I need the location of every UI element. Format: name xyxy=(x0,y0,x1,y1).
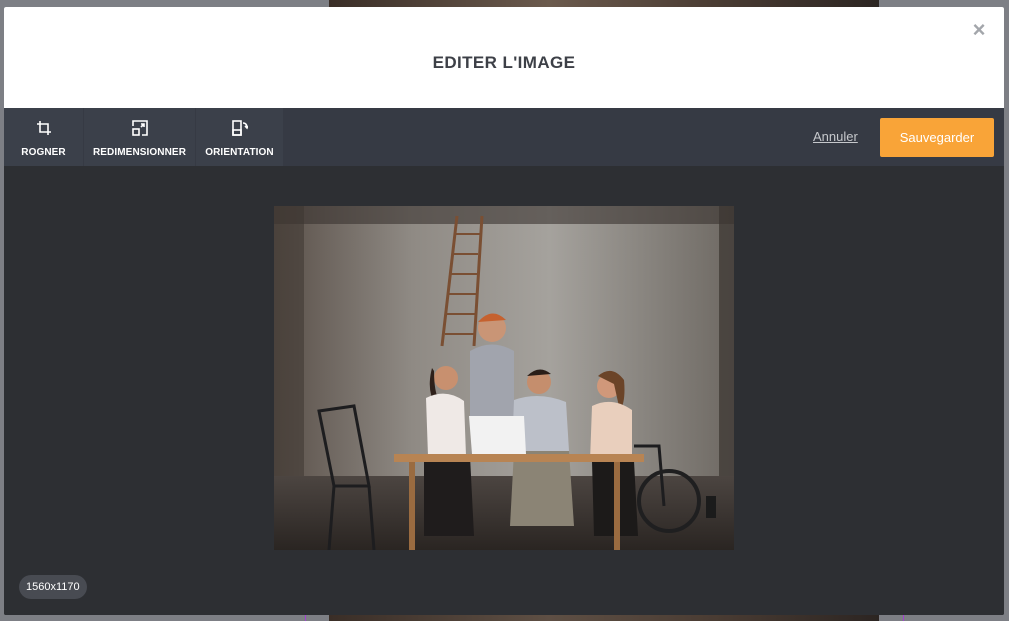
modal-header: EDITER L'IMAGE × xyxy=(4,7,1004,108)
save-button[interactable]: Sauvegarder xyxy=(880,118,994,157)
close-button[interactable]: × xyxy=(970,19,988,41)
modal-title: EDITER L'IMAGE xyxy=(432,53,576,72)
orientation-tool-button[interactable]: ORIENTATION xyxy=(196,108,283,166)
resize-icon xyxy=(131,120,148,136)
image-dimensions-badge: 1560x1170 xyxy=(19,575,87,599)
edit-image-modal: EDITER L'IMAGE × ROGNER REDIMENSIONNER O… xyxy=(4,7,1004,615)
crop-tool-button[interactable]: ROGNER xyxy=(4,108,83,166)
edited-photo[interactable] xyxy=(274,206,734,550)
image-canvas: 1560x1170 xyxy=(4,166,1004,615)
crop-tool-label: ROGNER xyxy=(21,147,66,158)
rotate-icon xyxy=(231,120,249,136)
resize-tool-button[interactable]: REDIMENSIONNER xyxy=(84,108,195,166)
orientation-tool-label: ORIENTATION xyxy=(205,147,274,158)
cancel-link[interactable]: Annuler xyxy=(813,129,858,144)
resize-tool-label: REDIMENSIONNER xyxy=(92,147,187,158)
crop-icon xyxy=(36,120,52,136)
